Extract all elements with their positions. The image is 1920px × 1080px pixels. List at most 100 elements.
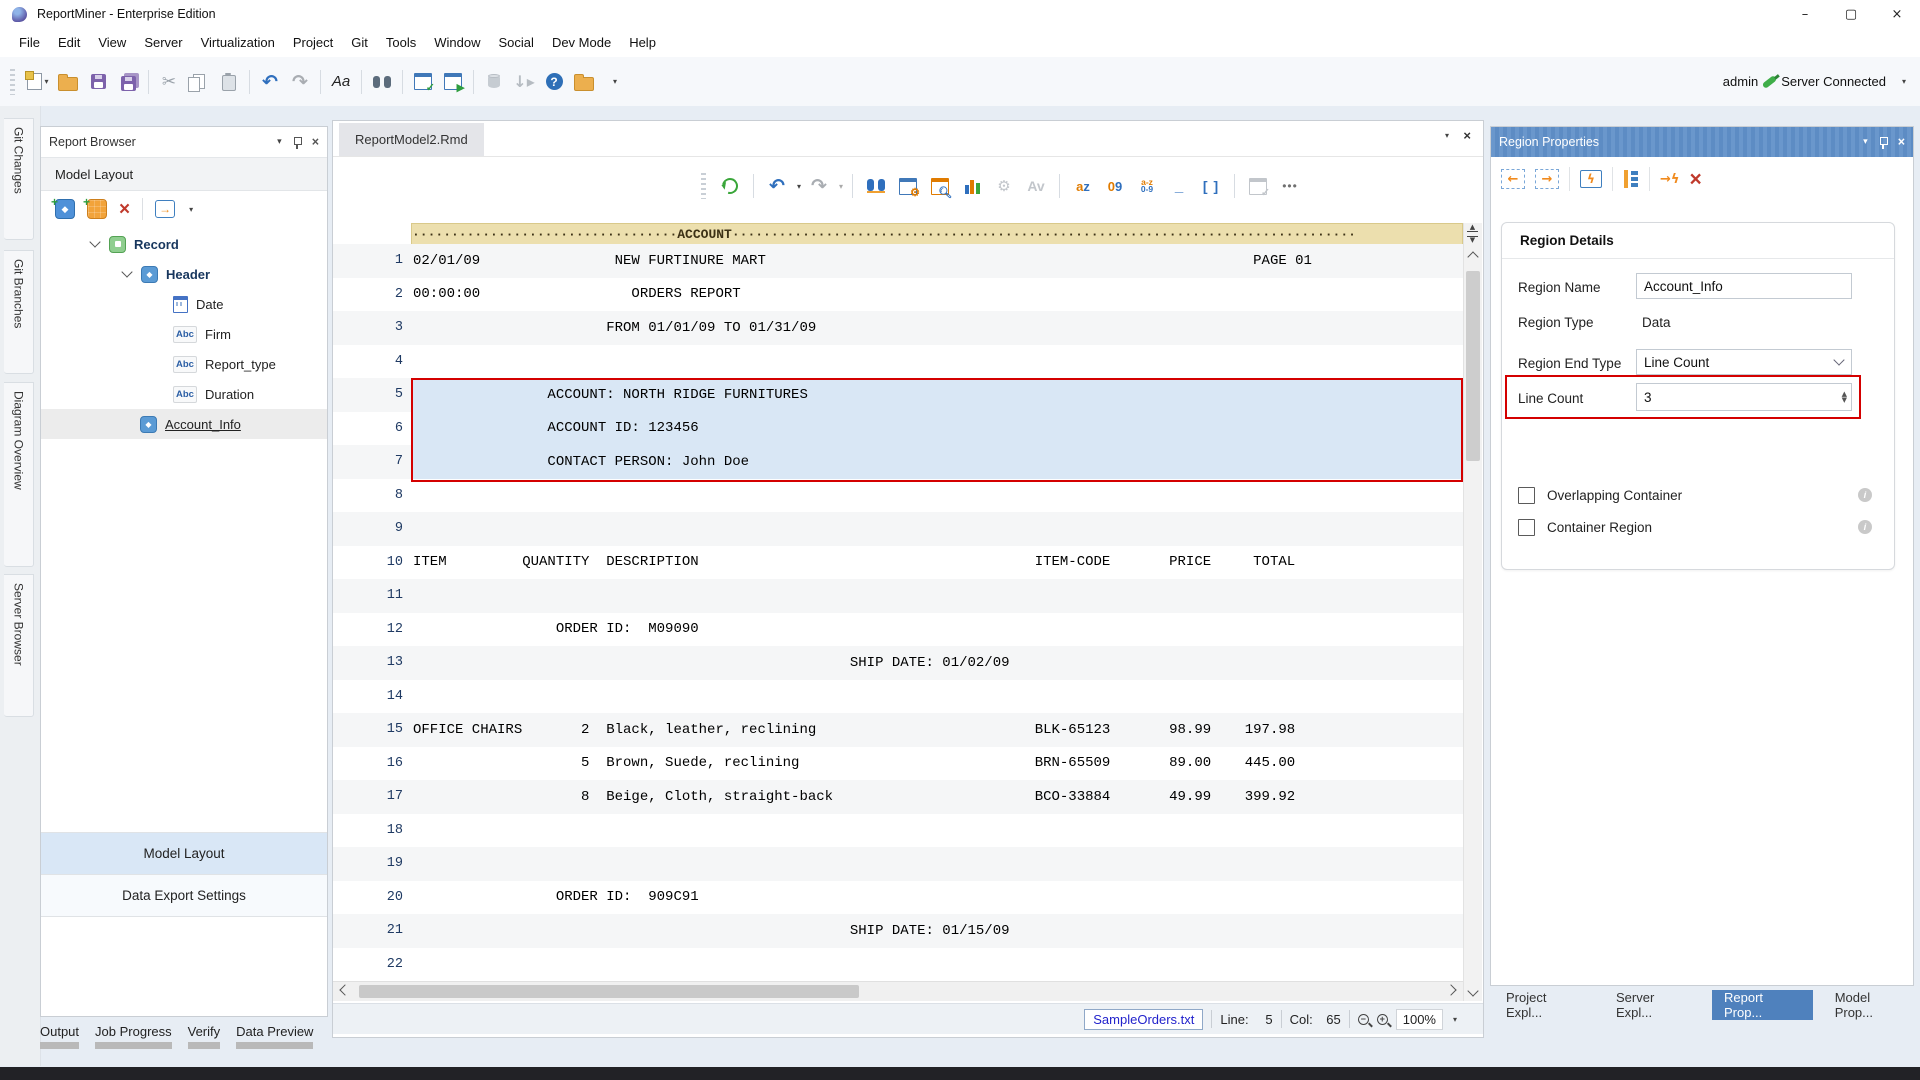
edit-pattern-button[interactable]: ϟ <box>1580 170 1602 188</box>
zoom-level[interactable]: 100% <box>1396 1009 1443 1030</box>
report-line[interactable]: 16 5 Brown, Suede, reclining BRN-65509 8… <box>333 747 1463 781</box>
minimize-button[interactable]: – <box>1782 0 1828 28</box>
report-line[interactable]: 22 <box>333 948 1463 982</box>
report-line[interactable]: 9 <box>333 512 1463 546</box>
save-all-button[interactable] <box>115 67 141 97</box>
report-line[interactable]: 15OFFICE CHAIRS 2 Black, leather, reclin… <box>333 713 1463 747</box>
expander-icon[interactable] <box>121 266 132 277</box>
userbar-overflow-button[interactable]: ▾ <box>1902 77 1906 86</box>
editor-undo-dropdown[interactable]: ▾ <box>797 182 801 191</box>
copy-button[interactable] <box>186 67 212 97</box>
expander-icon[interactable] <box>89 236 100 247</box>
menu-item-dev-mode[interactable]: Dev Mode <box>543 31 620 54</box>
dock-tab-git-changes[interactable]: Git Changes <box>4 118 34 240</box>
dock-tab-diagram-overview[interactable]: Diagram Overview <box>4 382 34 567</box>
import-button[interactable]: ↓▸ <box>511 67 537 97</box>
next-region-button[interactable]: → <box>1535 169 1559 189</box>
report-line[interactable]: 14 <box>333 680 1463 714</box>
report-line[interactable]: 18 <box>333 814 1463 848</box>
export-layout-dropdown[interactable]: ▾ <box>189 205 193 214</box>
info-icon[interactable]: i <box>1858 520 1872 534</box>
help-button[interactable]: ? <box>541 67 567 97</box>
line-count-input[interactable]: 3 ▲▼ <box>1636 383 1852 411</box>
preview-table-button[interactable]: ✓ <box>1244 171 1272 201</box>
split-handle-icon[interactable]: ▲▼ <box>1467 225 1478 243</box>
report-line[interactable]: 11 <box>333 579 1463 613</box>
info-icon[interactable]: i <box>1858 488 1872 502</box>
mark-numeric-button[interactable]: 09 <box>1101 171 1129 201</box>
horizontal-scrollbar[interactable] <box>333 981 1463 1001</box>
search-region-button[interactable]: 🔍︎ <box>926 171 954 201</box>
tab-list-dropdown-icon[interactable]: ▾ <box>1445 131 1449 140</box>
region-name-input[interactable]: Account_Info <box>1636 273 1852 299</box>
report-line[interactable]: 6 ACCOUNT ID: 123456 <box>333 412 1463 446</box>
paste-button[interactable] <box>216 67 242 97</box>
report-line[interactable]: 7 CONTACT PERSON: John Doe <box>333 445 1463 479</box>
more-tools-button[interactable]: ••• <box>1276 171 1304 201</box>
report-line[interactable]: 3 FROM 01/01/09 TO 01/31/09 <box>333 311 1463 345</box>
vertical-scroll-thumb[interactable] <box>1466 271 1480 461</box>
checkbox-overlapping-container[interactable] <box>1518 487 1535 504</box>
tree-item-date[interactable]: Date <box>41 289 327 319</box>
undo-button[interactable]: ↶ <box>257 67 283 97</box>
dock-tab-report-prop[interactable]: Report Prop... <box>1712 990 1813 1020</box>
mark-alpha-button[interactable]: az <box>1069 171 1097 201</box>
delete-node-button[interactable]: × <box>119 200 130 219</box>
rp-close-icon[interactable]: × <box>1898 135 1905 149</box>
report-line[interactable]: 17 8 Beige, Cloth, straight-back BCO-338… <box>333 780 1463 814</box>
rp-menu-icon[interactable]: ▾ <box>1863 137 1868 147</box>
menu-item-git[interactable]: Git <box>342 31 377 54</box>
zoom-out-icon[interactable]: − <box>1358 1014 1369 1025</box>
checkbox-container-region[interactable] <box>1518 519 1535 536</box>
scroll-left-icon[interactable] <box>339 984 350 995</box>
tree-item-record[interactable]: Record <box>41 229 327 259</box>
add-field-button[interactable]: + <box>87 199 107 219</box>
find-button[interactable] <box>369 67 395 97</box>
zoom-dropdown-icon[interactable]: ▾ <box>1453 1015 1457 1024</box>
menu-item-server[interactable]: Server <box>135 31 191 54</box>
editor-redo-button[interactable]: ↷ <box>805 171 833 201</box>
rp-pin-icon[interactable] <box>1878 136 1888 148</box>
editor-redo-dropdown[interactable]: ▾ <box>839 182 843 191</box>
menu-item-social[interactable]: Social <box>490 31 543 54</box>
editor-find-button[interactable] <box>862 171 890 201</box>
menu-item-file[interactable]: File <box>10 31 49 54</box>
font-button[interactable]: Aa <box>328 67 354 97</box>
model-layout-nav-button[interactable]: Model Layout <box>41 832 327 874</box>
scroll-down-icon[interactable] <box>1467 985 1478 996</box>
save-button[interactable] <box>85 67 111 97</box>
font-style-button[interactable]: Av <box>1022 171 1050 201</box>
menu-item-project[interactable]: Project <box>284 31 342 54</box>
prev-region-button[interactable]: ← <box>1501 169 1525 189</box>
report-line[interactable]: 13 SHIP DATE: 01/02/09 <box>333 646 1463 680</box>
vertical-scrollbar[interactable]: ▲▼ <box>1463 223 1482 1001</box>
export-db-button[interactable] <box>481 67 507 97</box>
tree-item-duration[interactable]: AbcDuration <box>41 379 327 409</box>
dock-tab-output[interactable]: Output <box>40 1024 79 1049</box>
report-line[interactable]: 4 <box>333 345 1463 379</box>
report-line[interactable]: 5 ACCOUNT: NORTH RIDGE FURNITURES <box>333 378 1463 412</box>
add-region-button[interactable]: ◆+ <box>55 199 75 219</box>
auto-settings-button[interactable]: ⚙ <box>990 171 1018 201</box>
region-ruler[interactable]: ··································ACCOUN… <box>411 223 1463 246</box>
scroll-up-icon[interactable] <box>1467 251 1478 262</box>
auto-create-fields-button[interactable]: →ϟ <box>1660 172 1679 187</box>
run-model-button[interactable]: ▶ <box>440 67 466 97</box>
dock-tab-server-expl[interactable]: Server Expl... <box>1604 990 1702 1020</box>
tree-item-firm[interactable]: AbcFirm <box>41 319 327 349</box>
editor-tab[interactable]: ReportModel2.Rmd <box>339 123 484 156</box>
menu-item-view[interactable]: View <box>89 31 135 54</box>
report-line[interactable]: 19 <box>333 847 1463 881</box>
open-button[interactable] <box>55 67 81 97</box>
dock-tab-server-browser[interactable]: Server Browser <box>4 574 34 717</box>
mark-brackets-button[interactable]: [ ] <box>1197 171 1225 201</box>
mark-space-button[interactable]: _ <box>1165 171 1193 201</box>
mark-alnum-button[interactable]: a-z0-9 <box>1133 171 1161 201</box>
menu-item-window[interactable]: Window <box>425 31 489 54</box>
chart-button[interactable] <box>958 171 986 201</box>
dock-tab-data-preview[interactable]: Data Preview <box>236 1024 313 1049</box>
close-button[interactable]: × <box>1874 0 1920 28</box>
panel-close-icon[interactable]: × <box>312 135 319 149</box>
region-fields-button[interactable] <box>1623 170 1639 188</box>
editor-undo-button[interactable]: ↶ <box>763 171 791 201</box>
